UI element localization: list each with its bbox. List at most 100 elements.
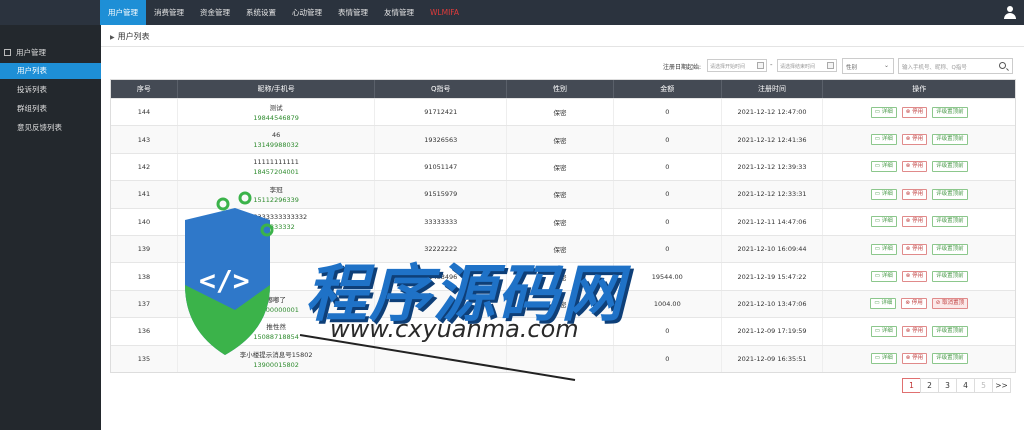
cell-register-time: 2021-12-12 12:41:36 [722,126,824,153]
detail-button[interactable]: ▭ 详细 [870,298,897,310]
cell-register-time: 2021-12-09 16:35:51 [722,345,824,372]
detail-button-label: 详细 [881,273,893,280]
detail-button[interactable]: ▭ 详细 [870,134,897,146]
page-button[interactable]: 2 [920,378,939,393]
disable-button[interactable]: ⊗ 停用 [901,353,928,365]
cell-qid: 33333333 [375,208,508,235]
pin-button[interactable]: 评级置顶前 [932,134,968,146]
disable-button[interactable]: ⊗ 停用 [901,134,928,146]
disable-button[interactable]: ⊗ 停用 [901,271,928,283]
disable-button[interactable]: ⊗ 停用 [901,161,928,173]
sidebar-item[interactable]: 群组列表 [0,101,101,117]
cell-id: 139 [111,235,178,263]
cell-amount: 19544.00 [614,263,722,290]
nav-item[interactable]: 资金管理 [192,0,238,25]
nav-item[interactable]: 友情管理 [376,0,422,25]
cell-actions: ▭ 详细 ⊗ 停用 评级置顶前 [823,236,1015,262]
disable-button[interactable]: ⊗ 停用 [901,243,928,255]
cell-amount: 0 [614,153,722,181]
pin-button[interactable]: 评级置顶前 [932,353,968,365]
pin-button[interactable]: 评级置顶前 [932,188,968,200]
cell-qid: 91712421 [375,99,508,126]
disable-button[interactable]: ⊗ 停用 [901,325,928,337]
column-header: 注册时间 [722,80,824,98]
detail-icon: ▭ [874,108,882,115]
nav-item[interactable]: 用户管理 [100,0,146,25]
cell-amount: 0 [614,181,722,208]
page-button[interactable]: 4 [956,378,975,393]
chevron-down-icon: ⌄ [883,62,889,69]
detail-button[interactable]: ▭ 详细 [870,106,897,118]
pin-button[interactable]: 评级置顶前 [932,243,968,255]
detail-button[interactable]: ▭ 详细 [870,188,897,200]
detail-icon: ▭ [874,327,882,334]
disable-button[interactable]: ⊗ 停用 [901,188,928,200]
cell-actions: ▭ 详细 ⊗ 停用 评级置顶前 [823,154,1015,180]
detail-button-label: 详细 [881,245,893,252]
sidebar-item[interactable]: 投诉列表 [0,82,101,98]
pin-button[interactable]: 评级置顶前 [932,161,968,173]
nav-item[interactable]: 表情管理 [330,0,376,25]
pin-button-label: 评级置顶前 [936,355,964,362]
cancel-pin-button[interactable]: ⊘ 取消置顶 [931,298,969,310]
detail-button[interactable]: ▭ 详细 [870,325,897,337]
cell-qid: 91051147 [375,153,508,181]
pin-button[interactable]: 评级置顶前 [932,271,968,283]
cell-qid [375,345,508,372]
nav-item[interactable]: WLMIFA [422,0,467,25]
search-input[interactable]: 输入手机号、昵称、Q指号 [898,58,1013,74]
sidebar-item[interactable]: 意见反馈列表 [0,120,101,136]
column-header: 昵称/手机号 [178,80,376,98]
detail-button[interactable]: ▭ 详细 [870,216,897,228]
detail-button[interactable]: ▭ 详细 [870,271,897,283]
disable-button-label: 停用 [912,108,924,115]
sidebar: 用户管理 用户列表投诉列表群组列表意见反馈列表 [0,25,101,430]
cell-id-text: 138 [137,272,151,281]
gender-select[interactable]: 性别 ⌄ [842,58,894,74]
nav-item[interactable]: 系统设置 [238,0,284,25]
disable-button[interactable]: ⊗ 停用 [901,298,927,310]
date-start-placeholder: 请选择开始时间 [710,64,746,70]
pin-button[interactable]: 评级置顶前 [932,216,968,228]
disable-button[interactable]: ⊗ 停用 [901,106,928,118]
pagination: 1 2 3 4 5 >> [902,378,1011,393]
pin-button[interactable]: 评级置顶前 [932,325,968,337]
cell-register-time: 2021-12-11 14:47:06 [722,208,824,235]
nav-item[interactable]: 消费管理 [146,0,192,25]
cell-qid: 91515979 [375,181,508,208]
user-icon[interactable] [1004,6,1016,19]
detail-button[interactable]: ▭ 详细 [870,161,897,173]
cell-nickname-text: 李小楼提示消息号15802 [239,350,313,359]
cell-amount-text: 19544.00 [651,272,683,281]
cell-register-time-text: 2021-12-12 12:47:00 [737,108,807,117]
cell-amount-text: 0 [665,162,670,171]
pin-button[interactable]: 评级置顶前 [932,106,968,118]
detail-button[interactable]: ▭ 详细 [870,353,897,365]
disable-button[interactable]: ⊗ 停用 [901,216,928,228]
cell-actions: ▭ 详细 ⊗ 停用 评级置顶前 [823,346,1015,372]
detail-icon: ▭ [874,136,882,143]
disable-button-label: 停用 [912,327,924,334]
search-icon[interactable] [999,62,1006,69]
cell-qid-text: 91051147 [424,162,458,171]
cell-amount-text: 1004.00 [653,299,681,308]
page-button[interactable]: 5 [974,378,993,393]
nav-item[interactable]: 心动管理 [284,0,330,25]
date-end-input[interactable]: 请选择结束时间 [777,59,837,72]
cell-amount-text: 0 [665,354,670,363]
cell-amount-text: 0 [665,108,670,117]
cell-nickname-text: 推性然 [266,323,286,332]
cell-gender: 保密 [507,153,614,181]
cell-register-time-text: 2021-12-12 12:33:31 [737,190,807,199]
sidebar-item[interactable]: 用户列表 [0,63,101,79]
page-button[interactable]: 3 [938,378,957,393]
cell-gender-text: 保密 [553,191,567,200]
page-button[interactable]: 1 [902,378,921,393]
pin-button-label: 评级置顶前 [936,218,964,225]
detail-button[interactable]: ▭ 详细 [870,243,897,255]
cell-id: 135 [111,345,178,372]
page-button[interactable]: >> [992,378,1011,393]
pin-button-label: 评级置顶前 [936,190,964,197]
date-start-input[interactable]: 请选择开始时间 [707,59,767,72]
sidebar-header[interactable]: 用户管理 [4,47,46,58]
